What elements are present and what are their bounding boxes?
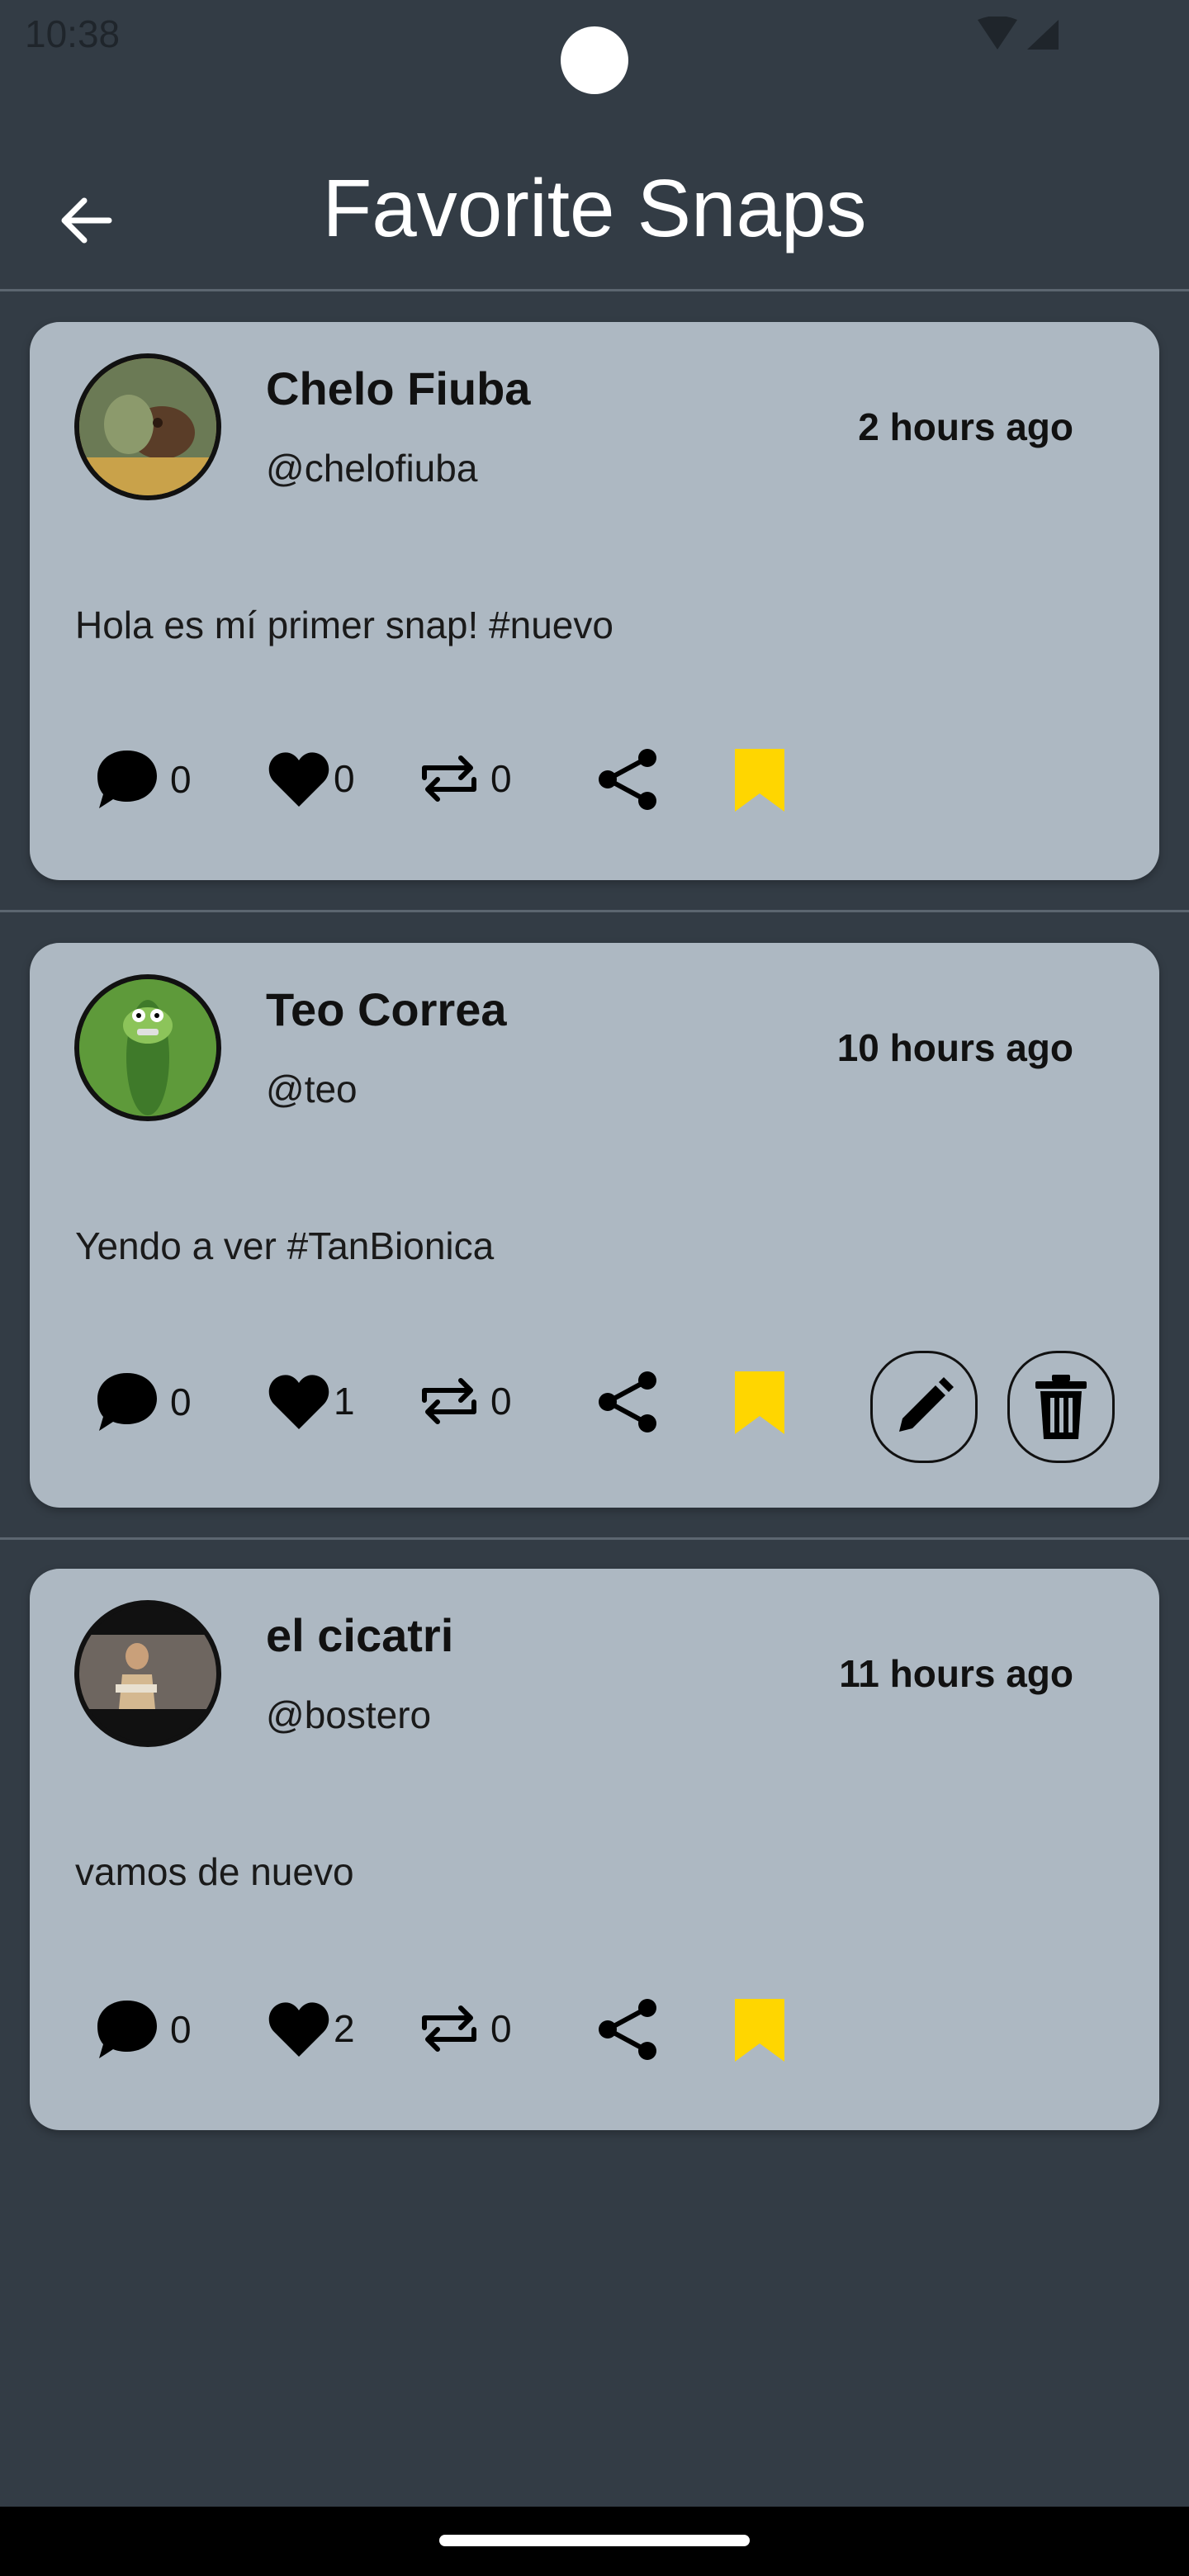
camera-cutout (561, 26, 628, 94)
like-button[interactable]: 1 (268, 1371, 355, 1431)
resnap-count: 0 (490, 757, 512, 800)
divider (0, 910, 1189, 912)
avatar[interactable] (74, 353, 221, 500)
bookmark-icon (735, 749, 784, 812)
like-button[interactable]: 0 (268, 749, 355, 808)
avatar[interactable] (74, 1600, 221, 1747)
comment-icon (97, 751, 157, 808)
home-indicator[interactable] (439, 2535, 750, 2546)
display-name[interactable]: Chelo Fiuba (266, 362, 530, 415)
repeat-icon (422, 2005, 476, 2052)
comment-icon (97, 2001, 157, 2058)
snap-text: Hola es mí primer snap! #nuevo (75, 604, 613, 646)
tv-still-icon (79, 1605, 216, 1742)
snap-timestamp: 11 hours ago (839, 1652, 1073, 1695)
username-handle[interactable]: @bostero (266, 1693, 431, 1737)
resnap-count: 0 (490, 2007, 512, 2050)
share-icon (599, 1371, 656, 1432)
avatar[interactable] (74, 974, 221, 1121)
bookmark-icon (735, 1999, 784, 2062)
comment-button[interactable]: 0 (94, 1997, 192, 2062)
navigation-bar (0, 2507, 1189, 2576)
cat-photo-icon (79, 358, 216, 495)
snap-card[interactable]: Teo Correa @teo 10 hours ago Yendo a ver… (30, 943, 1159, 1508)
resnap-button[interactable]: 0 (418, 1376, 512, 1427)
comment-icon (97, 1373, 157, 1431)
bookmark-button[interactable] (733, 1997, 786, 2063)
username-handle[interactable]: @chelofiuba (266, 446, 477, 490)
comment-count: 0 (170, 1380, 192, 1423)
snap-timestamp: 10 hours ago (836, 1026, 1073, 1069)
snap-text: vamos de nuevo (75, 1850, 354, 1893)
heart-icon (268, 2002, 329, 2057)
delete-button[interactable] (1007, 1351, 1115, 1463)
share-icon (599, 749, 656, 810)
favorite-snaps-screen: 10:38 Favorite Snaps Chelo Fiuba @chelof… (0, 0, 1189, 2576)
share-button[interactable] (596, 1371, 659, 1433)
bookmark-button[interactable] (733, 1370, 786, 1436)
share-button[interactable] (596, 1998, 659, 2061)
resnap-button[interactable]: 0 (418, 2003, 512, 2054)
share-button[interactable] (596, 748, 659, 811)
comment-count: 0 (170, 2008, 192, 2051)
comment-button[interactable]: 0 (94, 1370, 192, 1434)
share-icon (599, 1999, 656, 2060)
divider (0, 289, 1189, 291)
status-time: 10:38 (25, 12, 121, 55)
snap-text: Yendo a ver #TanBionica (75, 1224, 495, 1267)
heart-icon (268, 752, 329, 807)
pickle-rick-icon (79, 979, 216, 1116)
display-name[interactable]: el cicatri (266, 1608, 453, 1662)
display-name[interactable]: Teo Correa (266, 983, 506, 1036)
page-title: Favorite Snaps (322, 163, 867, 253)
resnap-count: 0 (490, 1380, 512, 1423)
status-bar: 10:38 (0, 0, 1189, 94)
snap-card[interactable]: Chelo Fiuba @chelofiuba 2 hours ago Hola… (30, 322, 1159, 880)
like-count: 2 (334, 2007, 355, 2050)
bookmark-icon (735, 1371, 784, 1434)
like-count: 0 (334, 757, 355, 800)
wifi-signal-icon (978, 16, 1059, 50)
snap-card[interactable]: el cicatri @bostero 11 hours ago vamos d… (30, 1569, 1159, 2130)
bookmark-button[interactable] (733, 747, 786, 813)
like-count: 1 (334, 1380, 355, 1423)
comment-button[interactable]: 0 (94, 747, 192, 812)
repeat-icon (422, 755, 476, 802)
like-button[interactable]: 2 (268, 1999, 355, 2058)
edit-button[interactable] (870, 1351, 978, 1463)
resnap-button[interactable]: 0 (418, 753, 512, 804)
comment-count: 0 (170, 758, 192, 801)
repeat-icon (422, 1378, 476, 1424)
heart-icon (268, 1375, 329, 1429)
snap-timestamp: 2 hours ago (858, 405, 1073, 448)
divider (0, 1537, 1189, 1540)
pencil-icon (899, 1377, 954, 1432)
username-handle[interactable]: @teo (266, 1067, 358, 1111)
trash-icon (1035, 1375, 1087, 1439)
status-icons (976, 16, 1067, 53)
